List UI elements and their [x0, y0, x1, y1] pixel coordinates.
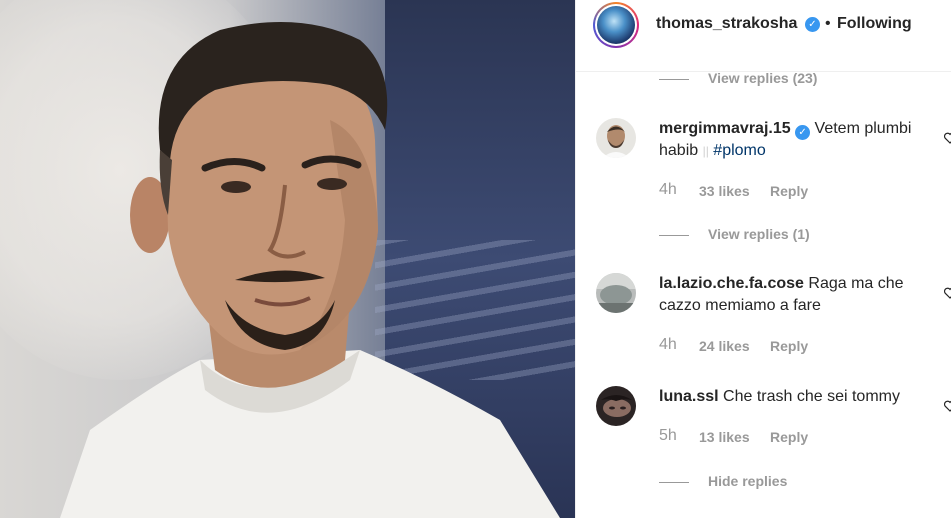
comments-panel: thomas_strakosha ✓ • Following View repl… [575, 0, 951, 518]
comment-time[interactable]: 4h [659, 181, 677, 199]
verified-badge-icon: ✓ [805, 17, 820, 32]
commenter-username[interactable]: luna.ssl [659, 388, 719, 405]
commenter-avatar[interactable] [596, 386, 636, 426]
replies-divider-line [659, 235, 689, 236]
instagram-post-view: thomas_strakosha ✓ • Following View repl… [0, 0, 951, 518]
author-username[interactable]: thomas_strakosha [656, 15, 797, 33]
commenter-username[interactable]: la.lazio.che.fa.cose [659, 275, 804, 292]
view-replies-label: View replies (1) [708, 226, 810, 242]
author-avatar[interactable] [593, 2, 639, 48]
reply-button[interactable]: Reply [770, 429, 808, 445]
verified-badge-icon: ✓ [795, 125, 811, 140]
comment-time[interactable]: 5h [659, 427, 677, 445]
comment-message: Che trash che sei tommy [723, 388, 900, 405]
reply-button[interactable]: Reply [770, 338, 808, 354]
replies-divider-line [659, 482, 689, 483]
commenter-username[interactable]: mergimmavraj.15 [659, 120, 791, 137]
heart-icon[interactable] [944, 400, 951, 412]
comment-separator: || [702, 144, 709, 158]
post-image[interactable] [0, 0, 575, 518]
post-header: thomas_strakosha ✓ • Following [576, 0, 951, 72]
comment-text: la.lazio.che.fa.cose Raga ma che cazzo m… [659, 273, 929, 317]
heart-icon[interactable] [944, 287, 951, 299]
comment-likes[interactable]: 13 likes [699, 429, 750, 445]
portrait-illustration [60, 22, 560, 518]
comment-likes[interactable]: 24 likes [699, 338, 750, 354]
hide-replies-label: Hide replies [708, 473, 788, 489]
commenter-avatar[interactable] [596, 118, 636, 158]
comment-text: luna.ssl Che trash che sei tommy [659, 386, 929, 408]
view-replies-label: View replies (23) [708, 70, 818, 86]
comment-text: mergimmavraj.15 ✓ Vetem plumbi habib || … [659, 118, 929, 162]
comment-likes[interactable]: 33 likes [699, 183, 750, 199]
heart-icon[interactable] [944, 132, 951, 144]
following-button[interactable]: Following [837, 15, 912, 33]
reply-button[interactable]: Reply [770, 183, 808, 199]
commenter-avatar[interactable] [596, 273, 636, 313]
comment-time[interactable]: 4h [659, 336, 677, 354]
replies-divider-line [659, 79, 689, 80]
header-separator: • [825, 15, 831, 32]
hashtag-link[interactable]: #plomo [713, 142, 765, 159]
